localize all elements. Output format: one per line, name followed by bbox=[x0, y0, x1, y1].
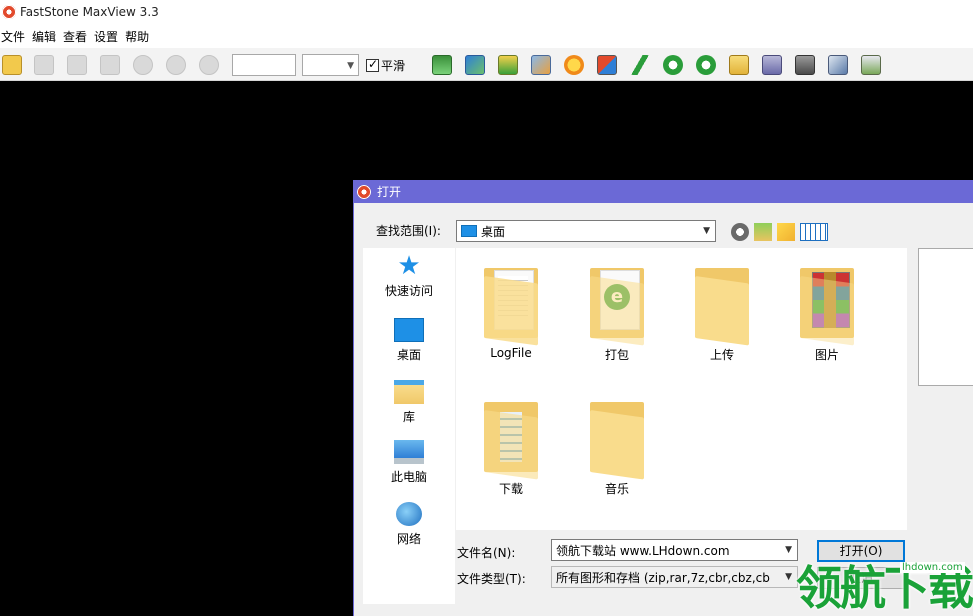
app-titlebar: FastStone MaxView 3.3 bbox=[0, 0, 973, 24]
menu-help[interactable]: 帮助 bbox=[124, 28, 154, 45]
filetype-value: 所有图形和存档 (zip,rar,7z,cbr,cbz,cb bbox=[556, 570, 770, 585]
brightness-icon[interactable] bbox=[564, 55, 584, 75]
menu-settings[interactable]: 设置 bbox=[93, 28, 123, 45]
place-quick-access[interactable]: ★ 快速访问 bbox=[363, 251, 455, 299]
back-icon[interactable] bbox=[731, 223, 749, 241]
filename-combo[interactable]: 领航下载站 www.LHdown.com ▼ bbox=[551, 539, 798, 561]
file-name: 音乐 bbox=[604, 482, 629, 496]
smooth-checkbox[interactable] bbox=[366, 57, 379, 72]
rotate-left-icon[interactable] bbox=[663, 55, 683, 75]
watermark-logo: 领航下载 lhdown.com bbox=[796, 560, 973, 616]
zoom-in-icon[interactable] bbox=[133, 55, 153, 75]
next-icon[interactable] bbox=[100, 55, 120, 75]
open-button[interactable]: 打开(O) bbox=[817, 540, 905, 562]
image-properties-icon[interactable] bbox=[465, 55, 485, 75]
smooth-toggle[interactable]: 平滑 bbox=[366, 57, 405, 74]
filetype-combo[interactable]: 所有图形和存档 (zip,rar,7z,cbr,cbz,cb ▼ bbox=[551, 566, 798, 588]
view-menu-icon[interactable] bbox=[800, 223, 828, 241]
file-item-music[interactable]: 音乐 bbox=[572, 398, 662, 497]
folder-icon bbox=[689, 264, 755, 346]
zoom-out-icon[interactable] bbox=[166, 55, 186, 75]
filetype-label: 文件类型(T): bbox=[457, 572, 526, 586]
menu-file[interactable]: 文件 bbox=[0, 28, 30, 45]
place-library[interactable]: 库 bbox=[363, 380, 455, 425]
file-name: 打包 bbox=[604, 348, 629, 362]
faststone-app-icon bbox=[2, 5, 16, 19]
look-in-label: 查找范围(I): bbox=[376, 224, 441, 238]
menu-view[interactable]: 查看 bbox=[62, 28, 92, 45]
place-network-label: 网络 bbox=[396, 532, 421, 546]
open-dialog: 打开 查找范围(I): 桌面 ▼ ★ 快速访问 桌面 库 此电脑 网络 LogF… bbox=[353, 180, 973, 616]
filename-label: 文件名(N): bbox=[457, 546, 516, 560]
computer-icon bbox=[394, 440, 424, 464]
folder-ie-icon: e bbox=[584, 264, 650, 346]
camera-icon[interactable] bbox=[795, 55, 815, 75]
file-item-package[interactable]: e 打包 bbox=[572, 264, 662, 363]
folder-download-icon bbox=[478, 398, 544, 480]
chevron-down-icon: ▼ bbox=[785, 545, 792, 555]
folder-icon bbox=[584, 398, 650, 480]
file-item-upload[interactable]: 上传 bbox=[677, 264, 767, 363]
up-folder-icon[interactable] bbox=[754, 223, 772, 241]
file-item-pictures[interactable]: 图片 bbox=[782, 264, 872, 363]
slideshow-icon[interactable] bbox=[432, 55, 452, 75]
desktop-small-icon bbox=[461, 225, 477, 237]
print-icon[interactable] bbox=[762, 55, 782, 75]
look-in-combo[interactable]: 桌面 ▼ bbox=[456, 220, 716, 242]
network-icon bbox=[396, 502, 422, 526]
star-icon: ★ bbox=[397, 251, 421, 281]
place-desktop-label: 桌面 bbox=[396, 348, 421, 362]
smooth-label: 平滑 bbox=[381, 59, 406, 73]
place-quick-access-label: 快速访问 bbox=[384, 284, 433, 298]
sharpen-icon[interactable] bbox=[630, 55, 650, 75]
zoom-input[interactable] bbox=[232, 54, 296, 76]
folder-winrar-icon bbox=[794, 264, 860, 346]
save-icon[interactable] bbox=[34, 55, 54, 75]
zoom-select[interactable]: ▼ bbox=[302, 54, 359, 76]
previous-icon[interactable] bbox=[67, 55, 87, 75]
actual-size-icon[interactable] bbox=[199, 55, 219, 75]
folder-document-icon bbox=[478, 264, 544, 346]
file-item-logfile[interactable]: LogFile bbox=[466, 264, 556, 360]
file-item-downloads[interactable]: 下载 bbox=[466, 398, 556, 497]
library-icon bbox=[394, 380, 424, 404]
file-name: 上传 bbox=[709, 348, 734, 362]
dialog-app-icon bbox=[357, 184, 371, 199]
menu-edit[interactable]: 编辑 bbox=[31, 28, 61, 45]
places-bar: ★ 快速访问 桌面 库 此电脑 网络 bbox=[363, 248, 455, 604]
email-icon[interactable] bbox=[729, 55, 749, 75]
place-network[interactable]: 网络 bbox=[363, 502, 455, 547]
file-name: 下载 bbox=[498, 482, 523, 496]
place-this-pc[interactable]: 此电脑 bbox=[363, 440, 455, 485]
watermark-url: lhdown.com bbox=[900, 562, 965, 573]
chevron-down-icon: ▼ bbox=[347, 61, 354, 71]
settings-checklist-icon[interactable] bbox=[861, 55, 881, 75]
file-list: LogFile e 打包 上传 图片 下载 bbox=[456, 248, 907, 530]
filename-value: 领航下载站 www.LHdown.com bbox=[556, 543, 730, 558]
file-name: LogFile bbox=[490, 346, 532, 360]
menubar: 文件 编辑 查看 设置 帮助 bbox=[0, 24, 973, 48]
rotate-right-icon[interactable] bbox=[696, 55, 716, 75]
resize-icon[interactable] bbox=[597, 55, 617, 75]
chevron-down-icon: ▼ bbox=[703, 226, 710, 236]
scanner-icon[interactable] bbox=[828, 55, 848, 75]
place-desktop[interactable]: 桌面 bbox=[363, 318, 455, 363]
chevron-down-icon: ▼ bbox=[785, 572, 792, 582]
new-folder-icon[interactable] bbox=[777, 223, 795, 241]
desktop-icon bbox=[394, 318, 424, 342]
preview-pane bbox=[918, 248, 973, 386]
toolbar: ▼ 平滑 bbox=[0, 48, 973, 81]
file-name: 图片 bbox=[814, 348, 839, 362]
color-adjust-icon[interactable] bbox=[531, 55, 551, 75]
look-in-value: 桌面 bbox=[481, 224, 506, 239]
place-this-pc-label: 此电脑 bbox=[390, 470, 427, 484]
dialog-title: 打开 bbox=[377, 185, 402, 199]
crop-icon[interactable] bbox=[498, 55, 518, 75]
window-title: FastStone MaxView 3.3 bbox=[20, 5, 159, 19]
open-folder-icon[interactable] bbox=[2, 55, 22, 75]
place-library-label: 库 bbox=[402, 410, 415, 424]
dialog-titlebar: 打开 bbox=[354, 180, 973, 203]
